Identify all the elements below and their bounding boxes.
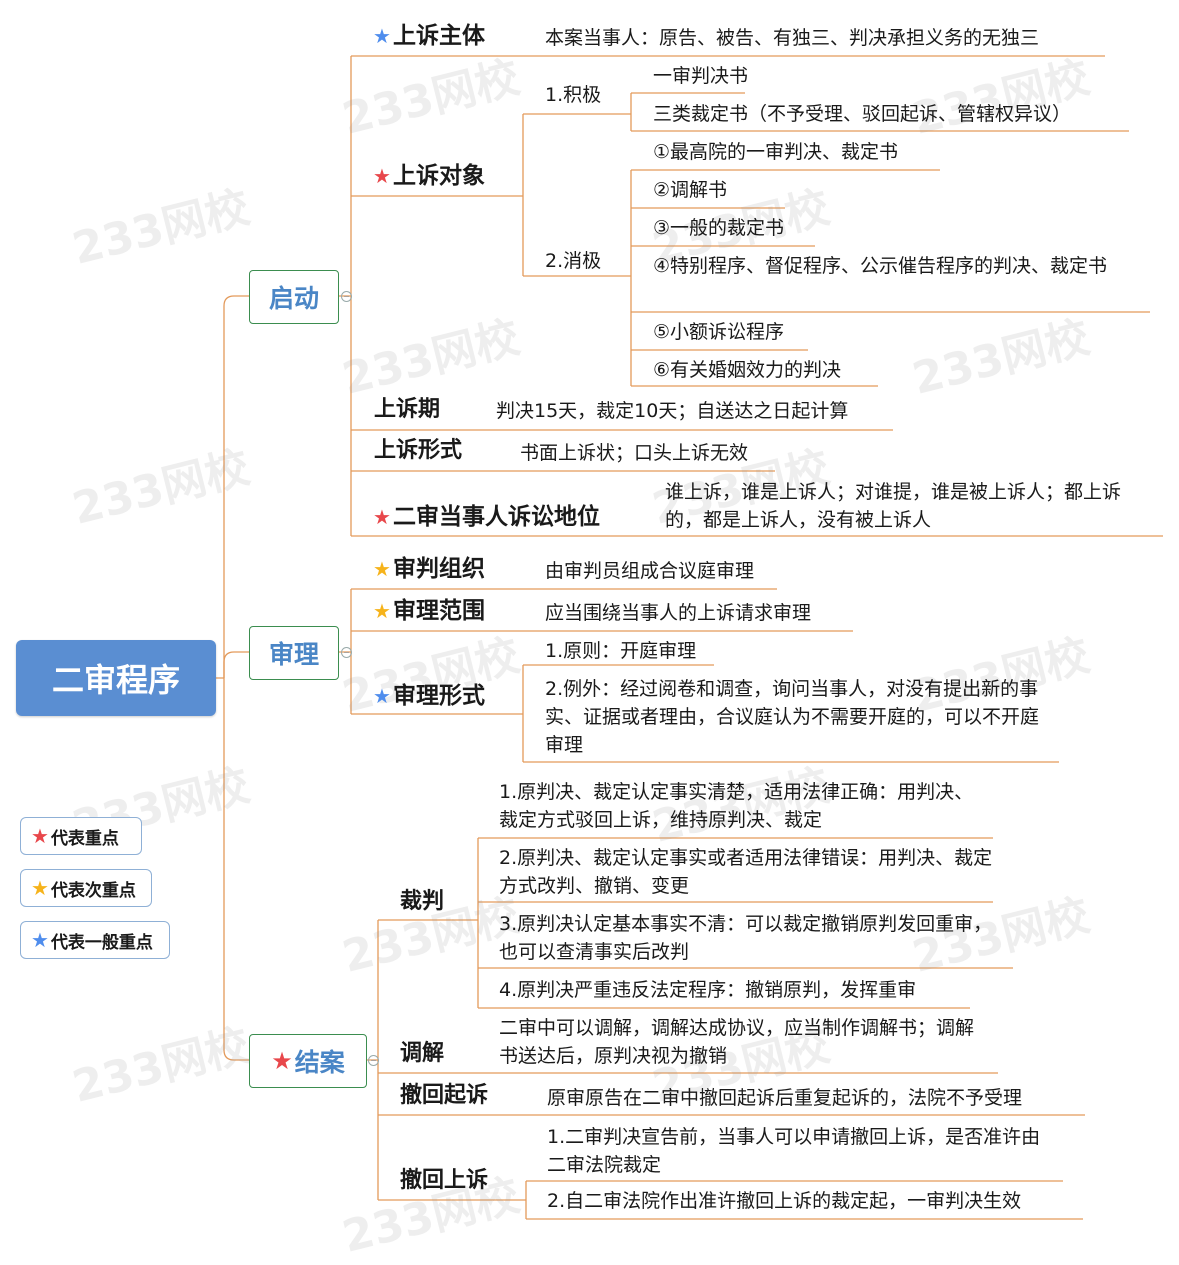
- leaf-shangsu-zhuti: 本案当事人：原告、被告、有独三、判决承担义务的无独三: [545, 27, 1040, 49]
- star-icon: ★: [373, 684, 391, 708]
- node-tiaojie[interactable]: 调解: [400, 1040, 444, 1068]
- leaf-xiaoji-5: ⑤小额诉讼程序: [653, 321, 785, 343]
- leaf-xingshi-1: 1.原则：开庭审理: [545, 640, 697, 662]
- leaf-xiaoji-2: ②调解书: [653, 179, 728, 201]
- star-icon: ★: [373, 599, 391, 623]
- leaf-shenli-fanwei: 应当围绕当事人的上诉请求审理: [545, 602, 812, 624]
- legend-item-general: ★ 代表一般重点: [20, 921, 170, 959]
- leaf-shangsu-xingshi: 书面上诉状；口头上诉无效: [520, 442, 749, 464]
- leaf-caipan-4: 4.原判决严重违反法定程序：撤销原判，发挥重审: [499, 979, 917, 1001]
- leaf-caipan-1: 1.原判决、裁定认定事实清楚，适用法律正确：用判决、裁定方式驳回上诉，维持原判决…: [499, 781, 974, 831]
- leaf-shangsu-qi: 判决15天，裁定10天；自送达之日起计算: [496, 400, 849, 422]
- leaf-tiaojie: 二审中可以调解，调解达成协议，应当制作调解书；调解书送达后，原判决视为撤销: [499, 1017, 975, 1067]
- leaf-chehui-qisu: 原审原告在二审中撤回起诉后重复起诉的，法院不予受理: [547, 1087, 1023, 1109]
- node-chehui-qisu[interactable]: 撤回起诉: [400, 1082, 488, 1110]
- node-shenpan-zuzhi[interactable]: ★审判组织: [373, 555, 485, 583]
- leaf-caipan-2: 2.原判决、裁定认定事实或者适用法律错误：用判决、裁定方式改判、撤销、变更: [499, 847, 993, 897]
- legend-label: 代表重点: [50, 828, 119, 849]
- node-diwei[interactable]: ★二审当事人诉讼地位: [373, 503, 600, 531]
- star-icon: ★: [31, 928, 49, 952]
- branch-qidong[interactable]: 启动: [249, 270, 339, 324]
- collapse-icon[interactable]: −: [341, 291, 352, 302]
- node-shangsu-xingshi[interactable]: 上诉形式: [374, 437, 462, 465]
- leaf-xiaoji-6: ⑥有关婚姻效力的判决: [653, 359, 842, 381]
- root-node[interactable]: 二审程序: [16, 640, 216, 716]
- node-jiji[interactable]: 1.积极: [545, 81, 601, 109]
- leaf-xiaoji-3: ③一般的裁定书: [653, 217, 785, 239]
- node-caipan[interactable]: 裁判: [400, 888, 444, 916]
- leaf-jiji-1: 一审判决书: [653, 65, 749, 87]
- legend-label: 代表次重点: [50, 880, 136, 901]
- node-shangsu-duixiang[interactable]: ★上诉对象: [373, 162, 485, 190]
- collapse-icon[interactable]: −: [341, 647, 352, 658]
- node-chehui-shangsu[interactable]: 撤回上诉: [400, 1167, 488, 1195]
- leaf-caipan-3: 3.原判决认定基本事实不清：可以裁定撤销原判发回重审，也可以查清事实后改判: [499, 913, 993, 963]
- legend-item-secondary: ★ 代表次重点: [20, 869, 152, 907]
- node-shenli-fanwei[interactable]: ★审理范围: [373, 597, 485, 625]
- legend-item-key: ★ 代表重点: [20, 817, 142, 855]
- node-shangsu-qi[interactable]: 上诉期: [374, 396, 440, 424]
- legend-label: 代表一般重点: [50, 932, 153, 953]
- star-icon: ★: [31, 876, 49, 900]
- leaf-chehui-shangsu-1: 1.二审判决宣告前，当事人可以申请撤回上诉，是否准许由二审法院裁定: [547, 1126, 1041, 1176]
- node-shangsu-zhuti[interactable]: ★上诉主体: [373, 22, 485, 50]
- leaf-chehui-shangsu-2: 2.自二审法院作出准许撤回上诉的裁定起，一审判决生效: [547, 1190, 1022, 1212]
- leaf-xingshi-2: 2.例外：经过阅卷和调查，询问当事人，对没有提出新的事实、证据或者理由，合议庭认…: [545, 678, 1040, 756]
- star-icon: ★: [373, 557, 391, 581]
- leaf-shenpan-zuzhi: 由审判员组成合议庭审理: [545, 560, 755, 582]
- star-icon: ★: [373, 505, 391, 529]
- star-icon: ★: [271, 1047, 293, 1075]
- leaf-diwei: 谁上诉，谁是上诉人；对谁提，谁是被上诉人；都上诉的，都是上诉人，没有被上诉人: [665, 481, 1122, 531]
- star-icon: ★: [373, 164, 391, 188]
- leaf-xiaoji-4: ④特别程序、督促程序、公示催告程序的判决、裁定书: [653, 255, 1108, 277]
- branch-shenli[interactable]: 审理: [249, 626, 339, 680]
- star-icon: ★: [373, 24, 391, 48]
- node-xiaoji[interactable]: 2.消极: [545, 247, 601, 275]
- leaf-xiaoji-1: ①最高院的一审判决、裁定书: [653, 141, 899, 163]
- node-shenli-xingshi[interactable]: ★审理形式: [373, 682, 485, 710]
- collapse-icon[interactable]: −: [368, 1055, 379, 1066]
- star-icon: ★: [31, 824, 49, 848]
- leaf-jiji-2: 三类裁定书（不予受理、驳回起诉、管辖权异议）: [653, 103, 1072, 125]
- branch-jiean[interactable]: ★ 结案: [249, 1034, 367, 1088]
